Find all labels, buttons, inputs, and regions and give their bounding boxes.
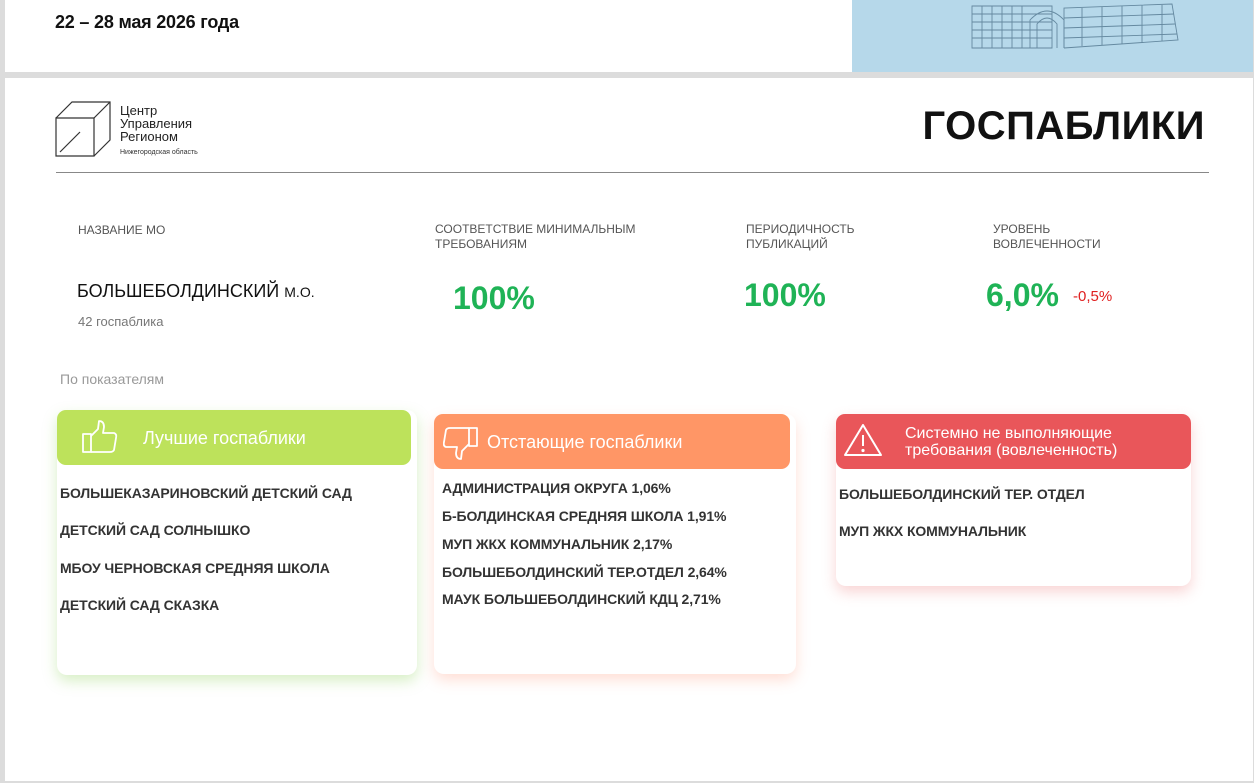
column-header-compliance-line1: СООТВЕТСТВИЕ МИНИМАЛЬНЫМ [435,222,636,236]
lagging-item: МУП ЖКХ КОММУНАЛЬНИК 2,17% [442,536,673,552]
best-item: БОЛЬШЕКАЗАРИНОВСКИЙ ДЕТСКИЙ САД [60,485,352,501]
mo-name-text: БОЛЬШЕБОЛДИНСКИЙ [77,281,280,301]
lagging-item: МАУК БОЛЬШЕБОЛДИНСКИЙ КДЦ 2,71% [442,591,721,607]
best-publics-header: Лучшие госпаблики [57,410,411,465]
page: 22 – 28 мая 2026 года Центр Управления Р… [0,0,1254,783]
lagging-item: Б-БОЛДИНСКАЯ СРЕДНЯЯ ШКОЛА 1,91% [442,508,727,524]
best-item: ДЕТСКИЙ САД СКАЗКА [60,597,220,613]
header-divider [56,172,1209,173]
best-item: ДЕТСКИЙ САД СОЛНЫШКО [60,522,251,538]
warning-icon [844,424,882,456]
best-item: МБОУ ЧЕРНОВСКАЯ СРЕДНЯЯ ШКОЛА [60,560,330,576]
column-header-compliance: СООТВЕТСТВИЕ МИНИМАЛЬНЫМ ТРЕБОВАНИЯМ [435,222,636,252]
column-header-engagement-line1: УРОВЕНЬ [993,222,1051,236]
failing-publics-card: Системно не выполняющие требования (вовл… [836,414,1191,586]
column-header-periodicity-line2: ПУБЛИКАЦИЙ [746,237,828,251]
previous-slide-strip: 22 – 28 мая 2026 года [5,0,1253,72]
engagement-value: 6,0% [986,277,1059,313]
report-date: 22 – 28 мая 2026 года [55,12,239,32]
logo-region: Нижегородская область [120,149,198,156]
engagement-delta: -0,5% [1073,288,1113,305]
failing-publics-header: Системно не выполняющие требования (вовл… [836,414,1191,469]
slide-title: ГОСПАБЛИКИ [922,104,1205,148]
logo-line-3: Регионом [120,129,178,144]
mo-suffix: М.О. [284,284,315,300]
failing-title-line1: Системно не выполняющие [905,425,1112,442]
lagging-item: АДМИНИСТРАЦИЯ ОКРУГА 1,06% [442,480,671,496]
mo-publics-count: 42 госпаблика [78,314,164,329]
column-header-periodicity-line1: ПЕРИОДИЧНОСТЬ [746,222,855,236]
failing-item: БОЛЬШЕБОЛДИНСКИЙ ТЕР. ОТДЕЛ [839,486,1085,502]
thumbs-up-icon [82,420,118,453]
logo-text: Центр Управления Регионом [120,104,192,143]
mo-name: БОЛЬШЕБОЛДИНСКИЙ М.О. [77,281,315,302]
column-header-engagement: УРОВЕНЬ ВОВЛЕЧЕННОСТИ [993,222,1101,252]
center-logo: Центр Управления Регионом Нижегородская … [54,100,224,160]
best-publics-title: Лучшие госпаблики [143,428,306,448]
logo-cube-icon [55,101,111,157]
thumbs-down-icon [443,427,478,460]
building-sketch-icon [971,3,1179,49]
lagging-item: БОЛЬШЕБОЛДИНСКИЙ ТЕР.ОТДЕЛ 2,64% [442,564,727,580]
building-illustration [852,0,1253,72]
compliance-value: 100% [453,280,535,316]
periodicity-value: 100% [744,277,826,313]
failing-title-line2: требования (вовлеченность) [905,442,1118,459]
column-header-periodicity: ПЕРИОДИЧНОСТЬ ПУБЛИКАЦИЙ [746,222,855,252]
column-header-compliance-line2: ТРЕБОВАНИЯМ [435,237,527,251]
best-publics-card: Лучшие госпаблики БОЛЬШЕКАЗАРИНОВСКИЙ ДЕ… [57,410,417,675]
column-header-engagement-line2: ВОВЛЕЧЕННОСТИ [993,237,1101,251]
column-header-name: НАЗВАНИЕ МО [78,223,166,237]
lagging-publics-header: Отстающие госпаблики [434,414,790,469]
failing-item: МУП ЖКХ КОММУНАЛЬНИК [839,523,1027,539]
failing-publics-title: Системно не выполняющие требования (вовл… [905,425,1117,459]
lagging-publics-title: Отстающие госпаблики [487,432,683,452]
slide: Центр Управления Регионом Нижегородская … [5,78,1253,781]
lagging-publics-card: Отстающие госпаблики АДМИНИСТРАЦИЯ ОКРУГ… [434,414,796,674]
section-label: По показателям [60,371,165,387]
